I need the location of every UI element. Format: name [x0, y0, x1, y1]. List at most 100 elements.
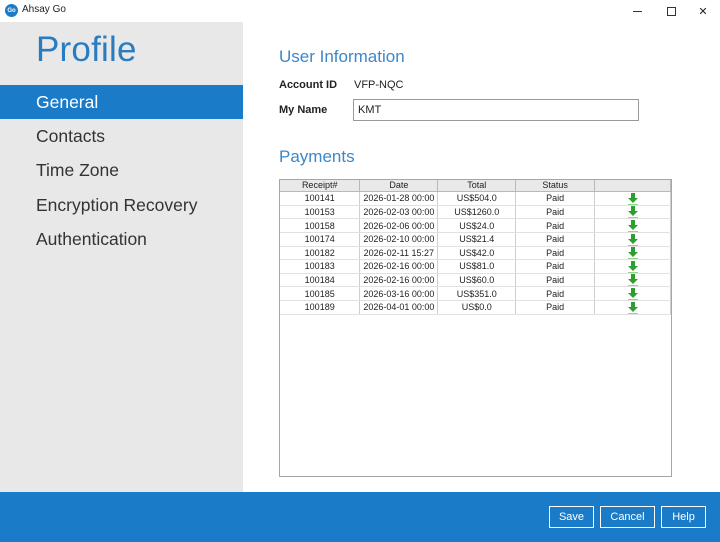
status-cell: Paid: [515, 246, 596, 261]
account-id-value: VFP-NQC: [354, 79, 404, 91]
date-cell: 2026-01-28 00:00: [359, 191, 439, 206]
download-cell: [594, 273, 671, 288]
download-cell: [594, 232, 671, 247]
sidebar: Profile General Contacts Time Zone Encry…: [0, 22, 243, 492]
my-name-label: My Name: [279, 104, 328, 116]
sidebar-item-encryption-recovery[interactable]: Encryption Recovery: [0, 188, 243, 222]
column-header-status[interactable]: Status: [515, 180, 596, 192]
user-information-heading: User Information: [279, 47, 405, 66]
download-cell: [594, 300, 671, 315]
payments-body: 100141 2026-01-28 00:00 US$504.0 Paid 100153…: [280, 191, 671, 315]
sidebar-item-time-zone[interactable]: Time Zone: [0, 153, 243, 187]
table-row[interactable]: 100158 2026-02-06 00:00 US$24.0 Paid: [280, 218, 671, 233]
account-id-label: Account ID: [279, 79, 338, 91]
table-row[interactable]: 100189 2026-04-01 00:00 US$0.0 Paid: [280, 300, 671, 315]
total-cell: US$42.0: [437, 246, 517, 261]
date-cell: 2026-02-16 00:00: [359, 273, 439, 288]
download-icon[interactable]: [627, 192, 638, 205]
total-cell: US$351.0: [437, 286, 517, 301]
status-cell: Paid: [515, 259, 596, 274]
column-header-total[interactable]: Total: [437, 180, 517, 192]
download-icon[interactable]: [627, 219, 638, 232]
download-icon[interactable]: [627, 260, 638, 273]
download-cell: [594, 191, 671, 206]
status-cell: Paid: [515, 232, 596, 247]
date-cell: 2026-02-03 00:00: [359, 205, 439, 220]
download-icon[interactable]: [627, 233, 638, 246]
total-cell: US$24.0: [437, 218, 517, 233]
status-cell: Paid: [515, 191, 596, 206]
column-header-download: [594, 180, 671, 192]
total-cell: US$1260.0: [437, 205, 517, 220]
title-bar: Go Ahsay Go ✕: [0, 0, 720, 22]
download-icon[interactable]: [627, 206, 638, 219]
table-row[interactable]: 100153 2026-02-03 00:00 US$1260.0 Paid: [280, 205, 671, 220]
download-icon[interactable]: [627, 274, 638, 287]
my-name-input[interactable]: [353, 99, 639, 121]
download-cell: [594, 218, 671, 233]
sidebar-item-authentication[interactable]: Authentication: [0, 222, 243, 256]
table-row[interactable]: 100141 2026-01-28 00:00 US$504.0 Paid: [280, 191, 671, 206]
main-panel: User Information Account ID VFP-NQC My N…: [243, 22, 720, 492]
minimize-icon: [632, 10, 642, 12]
download-icon[interactable]: [627, 288, 638, 300]
maximize-button[interactable]: [654, 0, 688, 22]
receipt-cell: 100184: [280, 273, 361, 288]
payments-table[interactable]: Receipt# Date Total Status 100141 2026-01…: [279, 179, 672, 477]
help-button[interactable]: Help: [661, 506, 706, 528]
date-cell: 2026-02-16 00:00: [359, 259, 439, 274]
receipt-cell: 100141: [280, 191, 361, 206]
sidebar-item-contacts[interactable]: Contacts: [0, 119, 243, 153]
minimize-button[interactable]: [620, 0, 654, 22]
receipt-cell: 100185: [280, 286, 361, 301]
receipt-cell: 100153: [280, 205, 361, 220]
receipt-cell: 100183: [280, 259, 361, 274]
status-cell: Paid: [515, 205, 596, 220]
save-button[interactable]: Save: [549, 506, 594, 528]
close-button[interactable]: ✕: [686, 0, 720, 22]
download-cell: [594, 259, 671, 274]
cancel-button[interactable]: Cancel: [600, 506, 655, 528]
payments-heading: Payments: [279, 147, 355, 166]
status-cell: Paid: [515, 300, 596, 315]
date-cell: 2026-03-16 00:00: [359, 286, 439, 301]
table-header-row: Receipt# Date Total Status: [280, 180, 671, 192]
table-row[interactable]: 100182 2026-02-11 15:27 US$42.0 Paid: [280, 246, 671, 261]
sidebar-title: Profile: [36, 30, 137, 69]
date-cell: 2026-02-11 15:27: [359, 246, 439, 261]
download-cell: [594, 205, 671, 220]
table-row[interactable]: 100184 2026-02-16 00:00 US$60.0 Paid: [280, 273, 671, 288]
receipt-cell: 100189: [280, 300, 361, 315]
table-row[interactable]: 100185 2026-03-16 00:00 US$351.0 Paid: [280, 286, 671, 301]
download-cell: [594, 286, 671, 301]
receipt-cell: 100174: [280, 232, 361, 247]
date-cell: 2026-02-06 00:00: [359, 218, 439, 233]
total-cell: US$81.0: [437, 259, 517, 274]
total-cell: US$0.0: [437, 300, 517, 315]
table-row[interactable]: 100174 2026-02-10 00:00 US$21.4 Paid: [280, 232, 671, 247]
sidebar-item-general[interactable]: General: [0, 85, 243, 119]
total-cell: US$21.4: [437, 232, 517, 247]
status-cell: Paid: [515, 218, 596, 233]
total-cell: US$504.0: [437, 191, 517, 206]
download-icon[interactable]: [627, 301, 638, 314]
close-icon: ✕: [698, 5, 708, 18]
app-logo-icon: Go: [5, 4, 18, 17]
receipt-cell: 100182: [280, 246, 361, 261]
window-title: Ahsay Go: [22, 4, 66, 15]
payments-grid: Receipt# Date Total Status 100141 2026-01…: [280, 180, 671, 315]
date-cell: 2026-02-10 00:00: [359, 232, 439, 247]
total-cell: US$60.0: [437, 273, 517, 288]
maximize-icon: [666, 6, 676, 16]
footer-bar: Save Cancel Help: [0, 492, 720, 542]
download-cell: [594, 246, 671, 261]
date-cell: 2026-04-01 00:00: [359, 300, 439, 315]
app-window: Go Ahsay Go ✕ Profile General Contacts T…: [0, 0, 720, 542]
status-cell: Paid: [515, 286, 596, 301]
status-cell: Paid: [515, 273, 596, 288]
column-header-date[interactable]: Date: [359, 180, 439, 192]
column-header-receipt[interactable]: Receipt#: [280, 180, 361, 192]
table-row[interactable]: 100183 2026-02-16 00:00 US$81.0 Paid: [280, 259, 671, 274]
download-icon[interactable]: [627, 247, 638, 260]
receipt-cell: 100158: [280, 218, 361, 233]
